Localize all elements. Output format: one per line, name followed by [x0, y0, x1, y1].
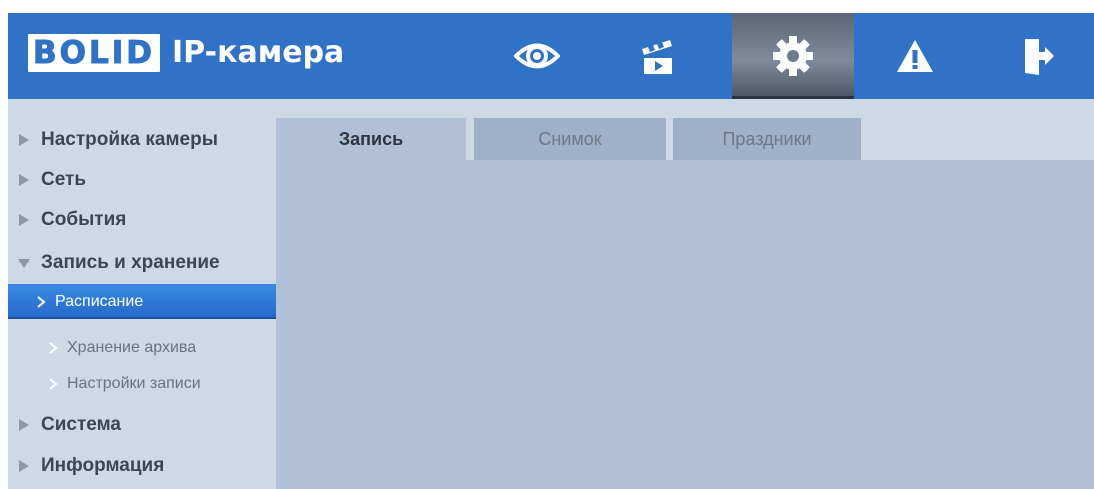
nav-alarm-button[interactable]: [870, 13, 960, 99]
sidebar-item-label: Настройка камеры: [41, 129, 218, 150]
tab-bar: Запись Снимок Праздники: [276, 118, 1094, 160]
logout-icon: [1021, 35, 1055, 77]
top-header: BOLID IP-камера: [8, 13, 1094, 99]
sidebar-item-label: Сеть: [41, 169, 87, 190]
nav-playback-button[interactable]: [612, 13, 702, 99]
sidebar-item-label: Система: [41, 414, 121, 435]
tab-record[interactable]: Запись: [276, 118, 466, 160]
logo-text: BOLID: [32, 35, 156, 72]
tab-label: Праздники: [722, 128, 812, 149]
sidebar-subitem-record-settings[interactable]: Настройки записи: [8, 368, 276, 400]
chevron-right-icon: [49, 378, 58, 390]
app-window: BOLID IP-камера Настройка камеры Сеть Со…: [8, 13, 1094, 489]
clapperboard-icon: [640, 37, 674, 75]
gear-icon: [772, 35, 814, 77]
sidebar-item-label: Информация: [41, 455, 165, 476]
sidebar-subitem-archive-storage[interactable]: Хранение архива: [8, 332, 276, 364]
sidebar-item-network[interactable]: Сеть: [8, 163, 276, 197]
warning-icon: [895, 38, 935, 74]
triangle-right-icon: [19, 460, 29, 472]
nav-settings-button[interactable]: [732, 13, 854, 99]
triangle-right-icon: [19, 174, 29, 186]
sidebar-item-label: Запись и хранение: [41, 252, 220, 273]
sidebar-subitem-label: Расписание: [55, 292, 144, 310]
tab-holidays[interactable]: Праздники: [673, 118, 861, 160]
tab-label: Снимок: [538, 128, 602, 149]
sidebar: Настройка камеры Сеть События Запись и х…: [8, 99, 276, 489]
nav-live-view-button[interactable]: [492, 13, 582, 99]
product-title: IP-камера: [172, 35, 345, 70]
sidebar-subitem-schedule[interactable]: Расписание: [8, 284, 276, 319]
brand: BOLID IP-камера: [28, 32, 344, 74]
sidebar-item-recording-storage[interactable]: Запись и хранение: [8, 246, 276, 280]
triangle-right-icon: [19, 214, 29, 226]
sidebar-subitem-label: Настройки записи: [67, 375, 201, 392]
sidebar-item-label: События: [41, 209, 127, 230]
sidebar-item-camera-settings[interactable]: Настройка камеры: [8, 123, 276, 157]
sidebar-subitem-label: Хранение архива: [67, 339, 197, 356]
content-panel: [276, 118, 1094, 489]
sidebar-item-system[interactable]: Система: [8, 408, 276, 442]
triangle-down-icon: [18, 259, 30, 268]
nav-logout-button[interactable]: [993, 13, 1083, 99]
bolid-logo: BOLID: [28, 34, 161, 72]
triangle-right-icon: [19, 419, 29, 431]
triangle-right-icon: [19, 134, 29, 146]
sidebar-item-events[interactable]: События: [8, 203, 276, 237]
tab-label: Запись: [338, 128, 404, 149]
eye-icon: [514, 41, 560, 71]
chevron-right-icon: [49, 342, 58, 354]
chevron-right-icon: [37, 295, 46, 308]
tab-snapshot[interactable]: Снимок: [474, 118, 666, 160]
sidebar-item-information[interactable]: Информация: [8, 449, 276, 483]
